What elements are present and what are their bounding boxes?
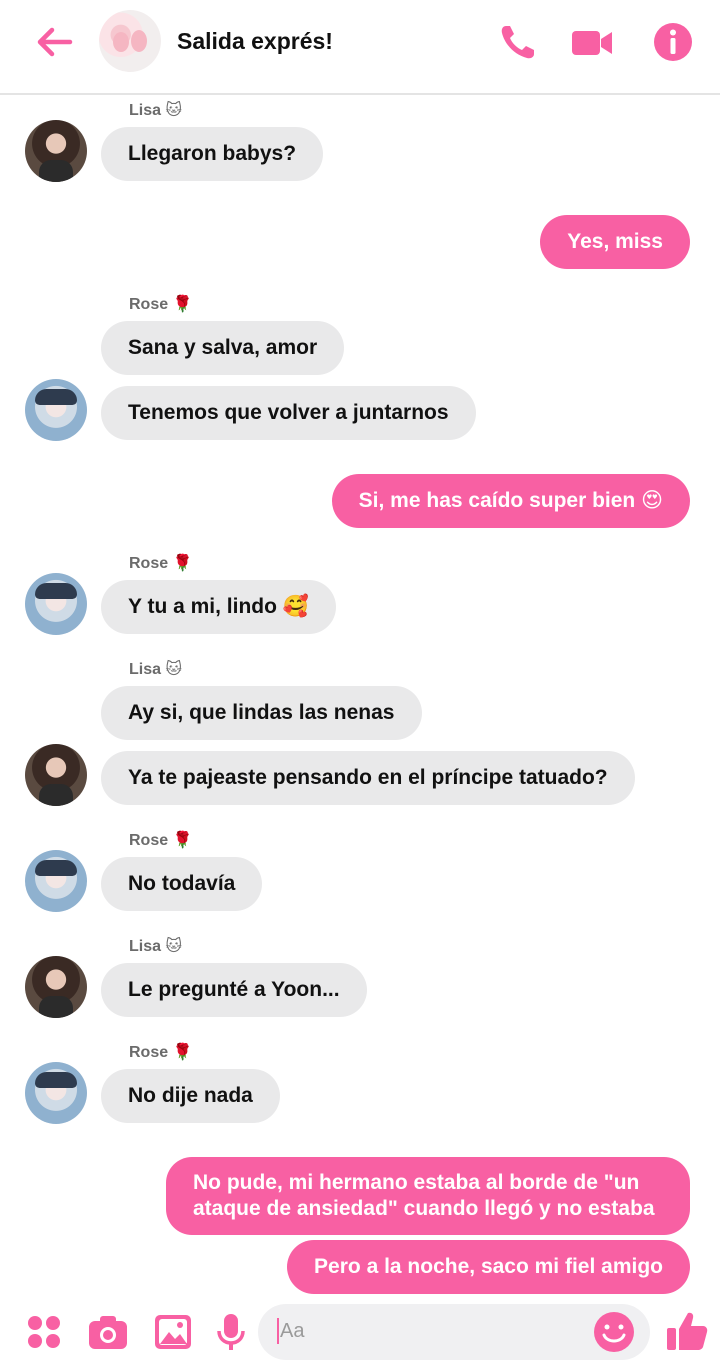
sender-name: Rose 🌹 [129,555,193,572]
avatar[interactable] [25,850,87,912]
message-bubble[interactable]: Si, me has caído super bien 😍 [331,474,690,528]
sender-name: Rose 🌹 [129,1044,193,1061]
chat-title[interactable]: Salida exprés! [177,28,333,55]
message-bubble[interactable]: Tenemos que volver a juntarnos [101,386,476,440]
message-bubble[interactable]: Pero a la noche, saco mi fiel amigo [287,1240,690,1294]
message-bubble[interactable]: No todavía [101,857,263,911]
camera-icon[interactable] [86,1310,130,1354]
back-arrow-icon[interactable] [30,18,80,68]
message-bubble[interactable]: No dije nada [101,1069,280,1123]
message-bubble[interactable]: Y tu a mi, lindo 🥰 [101,580,336,634]
gallery-icon[interactable] [151,1310,195,1354]
sender-name: Lisa 🐱 [129,102,183,119]
avatar[interactable] [25,956,87,1018]
message-bubble[interactable]: Ya te pajeaste pensando en el príncipe t… [101,751,635,805]
group-avatar[interactable] [99,10,161,72]
message-bubble[interactable]: Ay si, que lindas las nenas [101,686,422,740]
sender-name: Lisa 🐱 [129,938,183,955]
like-icon[interactable] [664,1308,710,1354]
message-bubble[interactable]: Sana y salva, amor [101,321,345,375]
chat-header: Salida exprés! [0,0,720,95]
sender-name: Lisa 🐱 [129,661,183,678]
message-list[interactable]: Lisa 🐱 Llegaron babys? Yes, miss Rose 🌹 … [0,95,720,1300]
message-bubble[interactable]: No pude, mi hermano estaba al borde de "… [166,1157,690,1235]
message-input[interactable]: Aa [258,1304,650,1360]
info-icon[interactable] [651,20,695,64]
sender-name: Rose 🌹 [129,296,193,313]
avatar[interactable] [25,379,87,441]
message-bubble[interactable]: Yes, miss [540,215,690,269]
composer-bar: Aa [0,1300,720,1365]
avatar[interactable] [25,1062,87,1124]
mic-icon[interactable] [209,1310,253,1354]
message-input-placeholder: Aa [280,1320,305,1342]
text-caret [277,1318,279,1344]
video-icon[interactable] [570,20,614,64]
avatar[interactable] [25,744,87,806]
emoji-icon[interactable] [592,1310,636,1354]
message-bubble[interactable]: Le pregunté a Yoon... [101,963,367,1017]
avatar[interactable] [25,573,87,635]
avatar[interactable] [25,120,87,182]
sender-name: Rose 🌹 [129,832,193,849]
phone-icon[interactable] [496,20,540,64]
message-bubble[interactable]: Llegaron babys? [101,127,324,181]
menu-dots-icon[interactable] [22,1310,66,1354]
